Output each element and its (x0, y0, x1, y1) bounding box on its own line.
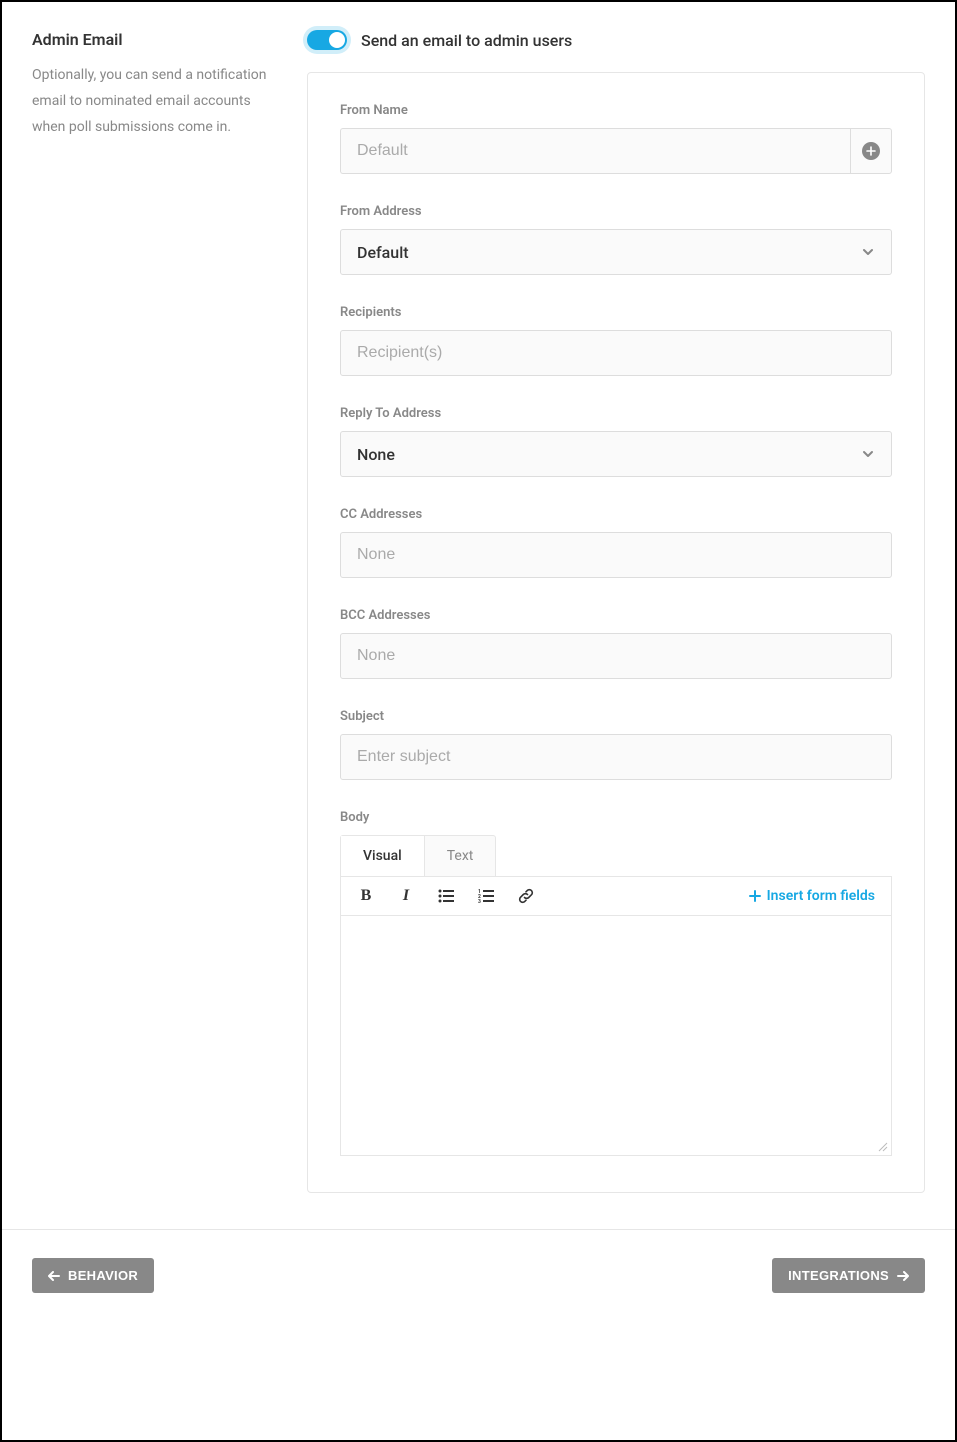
subject-input[interactable] (340, 734, 892, 780)
subject-label: Subject (340, 709, 892, 724)
italic-button[interactable]: I (397, 887, 415, 905)
bcc-input[interactable] (340, 633, 892, 679)
reply-to-label: Reply To Address (340, 406, 892, 421)
chevron-down-icon (861, 245, 875, 259)
body-label: Body (340, 810, 892, 825)
integrations-label: INTEGRATIONS (788, 1268, 889, 1283)
recipients-input[interactable] (340, 330, 892, 376)
tab-text[interactable]: Text (425, 836, 496, 876)
cc-input[interactable] (340, 532, 892, 578)
from-address-select[interactable]: Default (340, 229, 892, 275)
insert-form-fields-label: Insert form fields (767, 888, 875, 904)
body-editor[interactable] (340, 916, 892, 1156)
bullet-list-button[interactable] (437, 887, 455, 905)
link-button[interactable] (517, 887, 535, 905)
send-email-toggle[interactable] (307, 30, 347, 50)
svg-text:3: 3 (478, 899, 481, 903)
arrow-left-icon (48, 1271, 60, 1281)
insert-form-fields-button[interactable]: Insert form fields (749, 888, 875, 904)
numbered-list-button[interactable]: 123 (477, 887, 495, 905)
toggle-label: Send an email to admin users (361, 31, 572, 50)
section-description: Optionally, you can send a notification … (32, 63, 287, 141)
plus-icon (749, 890, 761, 902)
cc-label: CC Addresses (340, 507, 892, 522)
integrations-button[interactable]: INTEGRATIONS (772, 1258, 925, 1293)
reply-to-value: None (357, 445, 395, 464)
recipients-label: Recipients (340, 305, 892, 320)
resize-handle-icon[interactable] (876, 1140, 888, 1152)
from-name-input[interactable] (340, 128, 850, 174)
from-name-add-button[interactable] (850, 128, 892, 174)
tab-visual[interactable]: Visual (341, 836, 425, 876)
bcc-label: BCC Addresses (340, 608, 892, 623)
email-settings-form: From Name From Address Default (307, 72, 925, 1193)
chevron-down-icon (861, 447, 875, 461)
reply-to-select[interactable]: None (340, 431, 892, 477)
plus-icon (862, 142, 880, 160)
bold-button[interactable]: B (357, 887, 375, 905)
arrow-right-icon (897, 1271, 909, 1281)
behavior-label: BEHAVIOR (68, 1268, 138, 1283)
section-title: Admin Email (32, 30, 287, 49)
from-name-label: From Name (340, 103, 892, 118)
from-address-value: Default (357, 243, 409, 262)
from-address-label: From Address (340, 204, 892, 219)
behavior-button[interactable]: BEHAVIOR (32, 1258, 154, 1293)
